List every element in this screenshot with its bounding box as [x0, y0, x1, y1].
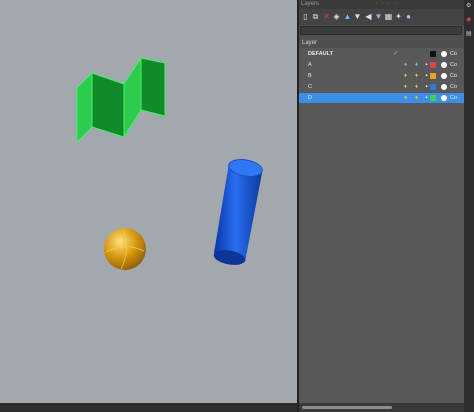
visibility-bulb-icon[interactable]: ♦ [403, 84, 408, 90]
color-label: Co [450, 73, 458, 79]
scene-canvas[interactable] [0, 0, 297, 403]
material-dot-icon[interactable] [441, 95, 447, 101]
layer-name: C [308, 84, 312, 90]
visibility-bulb-icon[interactable]: ♦ [403, 62, 408, 68]
viewport-3d[interactable] [0, 0, 297, 403]
layer-color-swatch[interactable] [430, 73, 436, 79]
wand-icon[interactable]: ✦ [394, 12, 403, 21]
layer-name: B [308, 73, 312, 79]
sphere-icon[interactable]: ● [404, 12, 413, 21]
lock-icon[interactable]: ♦ [414, 95, 419, 101]
new-layer-icon[interactable]: ▯ [301, 12, 310, 21]
layer-name: DEFAULT [308, 51, 333, 57]
side-dock-strip: ⚙ ◉ ▤ [464, 0, 474, 412]
gear-icon[interactable]: ⚙ [466, 3, 472, 9]
layer-color-swatch[interactable] [430, 62, 436, 68]
layer-color-swatch[interactable] [430, 51, 436, 57]
lock-icon[interactable]: ♦ [414, 62, 419, 68]
layer-name: A [308, 62, 312, 68]
color-label: Co [450, 84, 458, 90]
layers-toolbar: ▯ ⧉ ✕ ◈ ▲ ▼ ◀ ▼ ▦ ✦ ● [299, 9, 464, 25]
layers-panel: Layers · · · · ▯ ⧉ ✕ ◈ ▲ ▼ ◀ ▼ ▦ ✦ ● Lay… [299, 0, 464, 412]
layer-row-default[interactable]: DEFAULT ✓ Co [299, 49, 464, 59]
layer-row-d[interactable]: D ♦ ♦ ▪ Co [299, 93, 464, 103]
scrollbar-thumb[interactable] [302, 406, 392, 409]
layer-list: DEFAULT ✓ Co A ♦ ♦ ▪ Co B ♦ ♦ ▪ Co C ♦ ♦… [299, 48, 464, 403]
material-dot-icon[interactable] [441, 62, 447, 68]
panel-grip-handle[interactable]: · · · · [375, 0, 397, 8]
material-dot-icon[interactable] [441, 84, 447, 90]
material-dot-icon[interactable] [441, 73, 447, 79]
layer-state-icon[interactable]: ◈ [332, 12, 341, 21]
viewport-horizontal-scrollbar[interactable] [0, 403, 297, 412]
settings-icon[interactable]: ▦ [384, 12, 393, 21]
zigzag-surface[interactable] [76, 56, 166, 144]
panel-title: Layers [301, 1, 320, 7]
sort-icon[interactable]: ▼ [374, 12, 383, 21]
properties-icon[interactable]: ◉ [466, 17, 472, 23]
panel-horizontal-scrollbar[interactable] [299, 403, 464, 412]
move-down-icon[interactable]: ▼ [353, 12, 362, 21]
visibility-bulb-icon[interactable]: ♦ [403, 73, 408, 79]
layer-color-swatch[interactable] [430, 95, 436, 101]
layer-row-c[interactable]: C ♦ ♦ ▪ Co [299, 82, 464, 92]
layers-tab-icon[interactable]: ▤ [466, 31, 472, 37]
cylinder[interactable] [213, 157, 264, 267]
filter-icon[interactable]: ◀ [364, 12, 373, 21]
sphere[interactable] [104, 228, 146, 270]
layer-color-swatch[interactable] [430, 84, 436, 90]
panel-header[interactable]: Layers · · · · [299, 0, 464, 9]
print-icon[interactable]: ▪ [424, 95, 429, 101]
current-layer-check-icon: ✓ [393, 50, 399, 57]
layer-column-header: Layer [302, 40, 318, 46]
color-label: Co [450, 62, 458, 68]
print-icon[interactable]: ▪ [424, 73, 429, 79]
color-label: Co [450, 51, 458, 57]
layer-name: D [308, 95, 312, 101]
color-label: Co [450, 95, 458, 101]
material-dot-icon[interactable] [441, 51, 447, 57]
print-icon[interactable]: ▪ [424, 62, 429, 68]
copy-layer-icon[interactable]: ⧉ [311, 12, 320, 21]
lock-icon[interactable]: ♦ [414, 84, 419, 90]
layer-row-a[interactable]: A ♦ ♦ ▪ Co [299, 60, 464, 70]
move-up-icon[interactable]: ▲ [343, 12, 352, 21]
visibility-bulb-icon[interactable]: ♦ [403, 95, 408, 101]
print-icon[interactable]: ▪ [424, 84, 429, 90]
layer-search-input[interactable] [300, 26, 462, 35]
delete-layer-icon[interactable]: ✕ [322, 12, 331, 21]
lock-icon[interactable]: ♦ [414, 73, 419, 79]
layer-row-b[interactable]: B ♦ ♦ ▪ Co [299, 71, 464, 81]
